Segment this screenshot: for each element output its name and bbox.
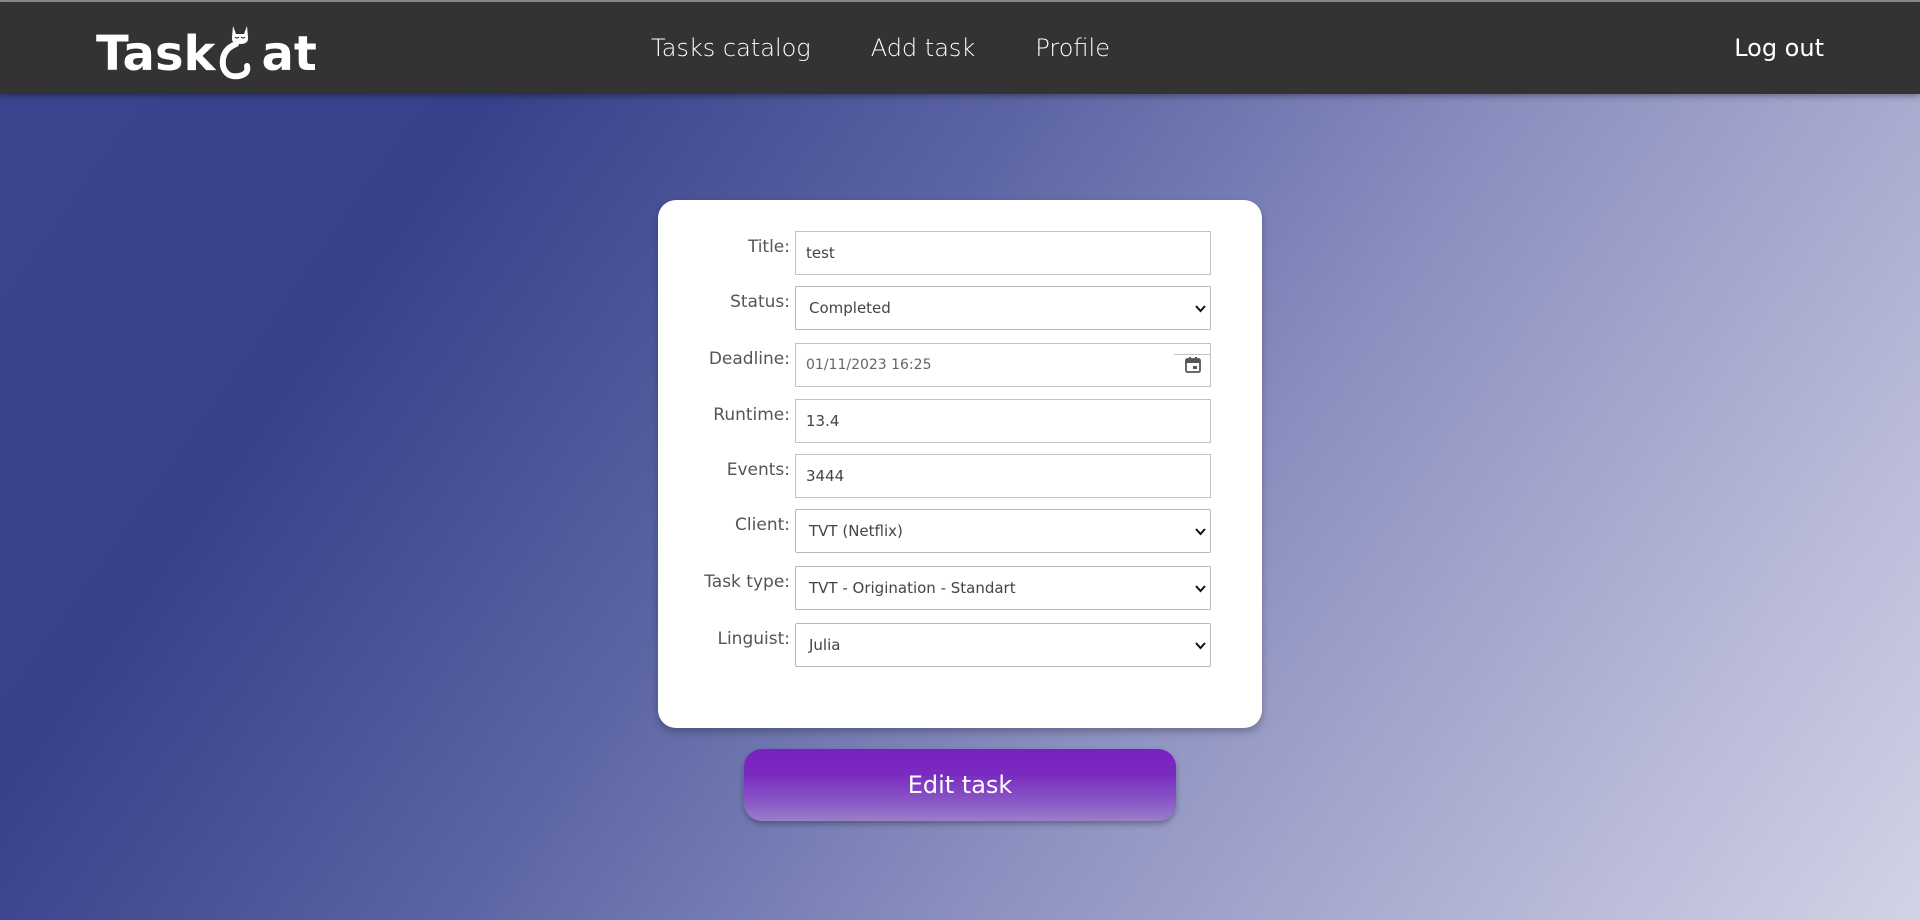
nav-links: Tasks catalog Add task Profile xyxy=(651,32,1170,64)
status-label: Status: xyxy=(730,292,790,312)
cat-icon xyxy=(215,22,261,82)
task-type-select[interactable]: TVT - Origination - Standart xyxy=(795,566,1211,610)
logout-link[interactable]: Log out xyxy=(1734,32,1824,64)
linguist-label: Linguist: xyxy=(717,629,790,649)
status-row: Status: Completed xyxy=(658,286,1262,330)
linguist-row: Linguist: Julia xyxy=(658,623,1262,667)
linguist-select[interactable]: Julia xyxy=(795,623,1211,667)
chevron-down-icon xyxy=(1195,585,1206,593)
nav-add-task[interactable]: Add task xyxy=(871,32,976,64)
status-value: Completed xyxy=(809,299,891,317)
events-input[interactable]: 3444 xyxy=(795,454,1211,498)
edit-task-form: Title: test Status: Completed Deadline: … xyxy=(658,200,1262,728)
calendar-icon[interactable] xyxy=(1184,356,1202,374)
navbar: Task at Tasks catalog Add task Profile L… xyxy=(0,2,1920,94)
linguist-value: Julia xyxy=(809,636,841,654)
client-select[interactable]: TVT (Netflix) xyxy=(795,509,1211,553)
chevron-down-icon xyxy=(1195,528,1206,536)
runtime-label: Runtime: xyxy=(713,405,790,425)
logo[interactable]: Task at xyxy=(96,24,317,84)
deadline-value: 01/11/2023 16:25 xyxy=(806,357,932,373)
deadline-divider xyxy=(1174,354,1210,355)
runtime-row: Runtime: 13.4 xyxy=(658,399,1262,443)
title-label: Title: xyxy=(747,237,790,257)
deadline-input[interactable]: 01/11/2023 16:25 xyxy=(795,343,1211,387)
logo-text-suffix: at xyxy=(261,26,317,82)
title-input[interactable]: test xyxy=(795,231,1211,275)
deadline-label: Deadline: xyxy=(708,349,790,369)
logo-text-prefix: Task xyxy=(96,26,216,82)
chevron-down-icon xyxy=(1195,305,1206,313)
title-row: Title: test xyxy=(658,231,1262,275)
task-type-value: TVT - Origination - Standart xyxy=(809,579,1016,597)
runtime-input[interactable]: 13.4 xyxy=(795,399,1211,443)
deadline-row: Deadline: 01/11/2023 16:25 xyxy=(658,343,1262,387)
client-row: Client: TVT (Netflix) xyxy=(658,509,1262,553)
edit-task-button[interactable]: Edit task xyxy=(744,749,1176,821)
events-row: Events: 3444 xyxy=(658,454,1262,498)
task-type-label: Task type: xyxy=(704,572,790,592)
client-label: Client: xyxy=(735,515,790,535)
nav-tasks-catalog[interactable]: Tasks catalog xyxy=(651,32,811,64)
task-type-row: Task type: TVT - Origination - Standart xyxy=(658,566,1262,610)
chevron-down-icon xyxy=(1195,642,1206,650)
status-select[interactable]: Completed xyxy=(795,286,1211,330)
nav-profile[interactable]: Profile xyxy=(1035,32,1110,64)
client-value: TVT (Netflix) xyxy=(809,522,903,540)
events-label: Events: xyxy=(726,460,790,480)
